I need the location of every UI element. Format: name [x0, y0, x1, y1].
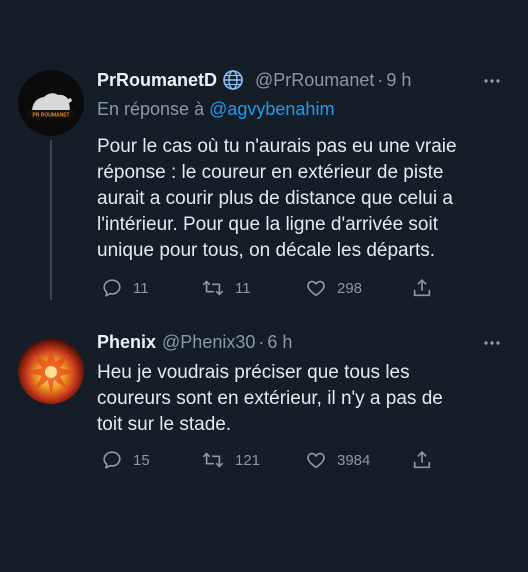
tweet-header: PrRoumanetD @PrRoumanet · 9 h	[97, 67, 508, 93]
handle[interactable]: @PrRoumanet	[255, 70, 374, 91]
reply-icon	[103, 451, 121, 469]
like-icon	[307, 452, 325, 469]
share-icon	[413, 451, 431, 469]
tweet-phenix[interactable]: Phenix @Phenix30 · 6 h Heu je voudrais p…	[0, 310, 528, 572]
reply-mention-link[interactable]: @agvybenahim	[209, 99, 334, 119]
like-button[interactable]: 298	[305, 276, 362, 300]
retweet-icon	[202, 452, 224, 468]
separator-dot: ·	[258, 331, 265, 352]
tweet-actions: 11 11 298	[97, 276, 437, 300]
more-icon[interactable]	[482, 329, 502, 355]
like-count: 3984	[337, 451, 371, 469]
timestamp[interactable]: 6 h	[267, 332, 292, 353]
svg-text:PR ROUMANET: PR ROUMANET	[32, 113, 69, 119]
reply-icon	[103, 279, 121, 297]
like-button[interactable]: 3984	[305, 448, 370, 472]
avatar-phenix[interactable]	[18, 338, 84, 404]
reply-count: 15	[133, 451, 150, 469]
retweet-icon	[202, 280, 224, 296]
reply-button[interactable]: 11	[101, 276, 149, 300]
like-count: 298	[337, 279, 363, 297]
tweet-actions: 15 121 3984	[97, 448, 437, 472]
reply-prefix: En réponse à	[97, 99, 205, 119]
globe-verified-icon	[223, 70, 243, 90]
avatar-prroumanetd[interactable]: PR ROUMANET	[18, 70, 84, 136]
reply-button[interactable]: 15	[101, 448, 150, 472]
tweet-text: Heu je voudrais préciser que tous les co…	[97, 362, 443, 435]
more-icon[interactable]	[482, 67, 502, 93]
share-button[interactable]	[411, 448, 433, 472]
tweet-text: Pour le cas où tu n'aurais pas eu une vr…	[97, 136, 457, 261]
timestamp[interactable]: 9 h	[386, 70, 411, 91]
reply-count: 11	[133, 279, 149, 297]
retweet-count: 11	[235, 279, 251, 297]
like-icon	[307, 280, 325, 297]
reply-context: En réponse à @agvybenahim	[97, 99, 334, 120]
retweet-button[interactable]: 121	[201, 448, 260, 472]
separator-dot: ·	[377, 69, 384, 90]
retweet-button[interactable]: 11	[201, 276, 251, 300]
bear-logo-icon: PR ROUMANET	[18, 70, 84, 136]
tweet-prroumanetd[interactable]: PR ROUMANET PrRoumanetD @PrRoumanet · 9 …	[0, 0, 528, 310]
retweet-count: 121	[235, 451, 261, 469]
display-name[interactable]: PrRoumanetD	[97, 70, 217, 91]
thread-line	[50, 140, 52, 300]
tweet-header: Phenix @Phenix30 · 6 h	[97, 329, 508, 355]
handle[interactable]: @Phenix30	[162, 332, 255, 353]
phoenix-avatar-icon	[18, 338, 84, 404]
share-button[interactable]	[411, 276, 433, 300]
display-name[interactable]: Phenix	[97, 332, 156, 353]
share-icon	[413, 279, 431, 297]
